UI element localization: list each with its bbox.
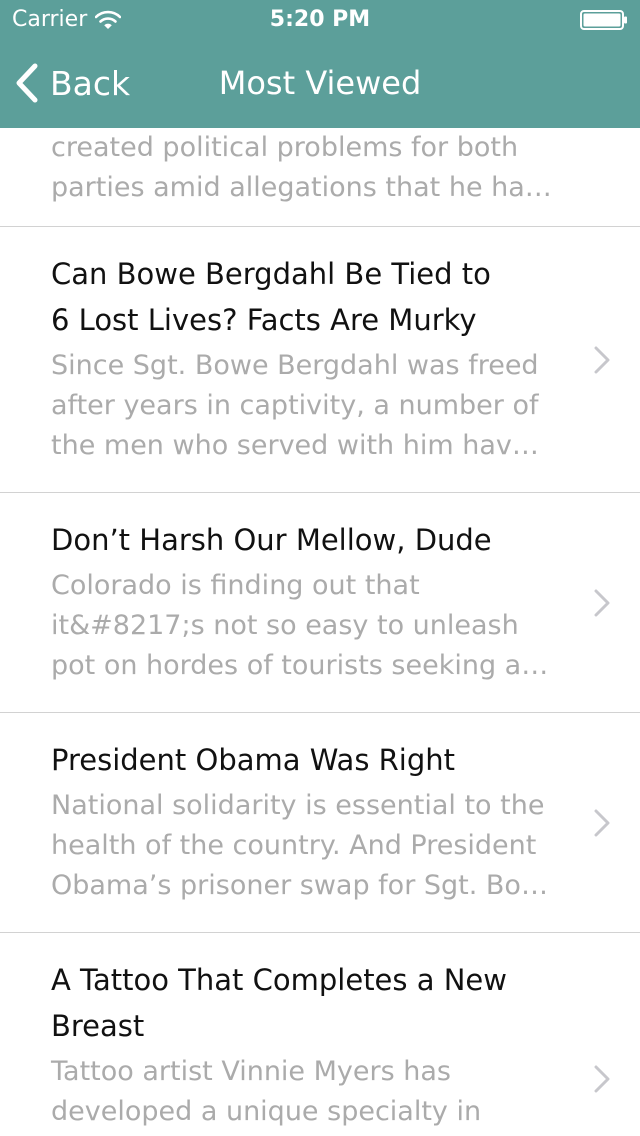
screen: Carrier 5:20 PM Back Most Viewed created… xyxy=(0,0,640,1136)
article-title: Don’t Harsh Our Mellow, Dude xyxy=(51,523,492,557)
article-list[interactable]: created political problems for both part… xyxy=(0,128,640,1136)
battery-icon xyxy=(580,10,627,30)
navigation-bar: Back Most Viewed xyxy=(0,40,640,128)
article-title: President Obama Was Right xyxy=(51,743,456,777)
article-summary: created political problems for both part… xyxy=(51,132,552,203)
list-item[interactable]: President Obama Was Right National solid… xyxy=(0,713,640,933)
chevron-right-icon xyxy=(594,809,610,836)
article-summary: National solidarity is essential to the … xyxy=(51,790,548,901)
article-title: Can Bowe Bergdahl Be Tied to 6 Lost Live… xyxy=(51,257,491,337)
chevron-right-icon xyxy=(594,589,610,616)
status-bar: Carrier 5:20 PM xyxy=(0,0,640,40)
article-title: A Tattoo That Completes a New Breast xyxy=(51,963,507,1043)
list-item[interactable]: Don’t Harsh Our Mellow, Dude Colorado is… xyxy=(0,493,640,713)
chevron-right-icon xyxy=(594,346,610,373)
page-title: Most Viewed xyxy=(218,64,422,102)
article-summary: Colorado is finding out that it&#8217;s … xyxy=(51,570,549,681)
article-summary: Since Sgt. Bowe Bergdahl was freed after… xyxy=(51,350,539,461)
list-item[interactable]: created political problems for both part… xyxy=(0,128,640,227)
article-summary: Tattoo artist Vinnie Myers has developed… xyxy=(51,1056,482,1127)
list-item[interactable]: A Tattoo That Completes a New Breast Tat… xyxy=(0,933,640,1136)
chevron-right-icon xyxy=(594,1065,610,1093)
status-time: 5:20 PM xyxy=(269,7,371,32)
list-item[interactable]: Can Bowe Bergdahl Be Tied to 6 Lost Live… xyxy=(0,227,640,493)
header: Carrier 5:20 PM Back Most Viewed xyxy=(0,0,640,128)
